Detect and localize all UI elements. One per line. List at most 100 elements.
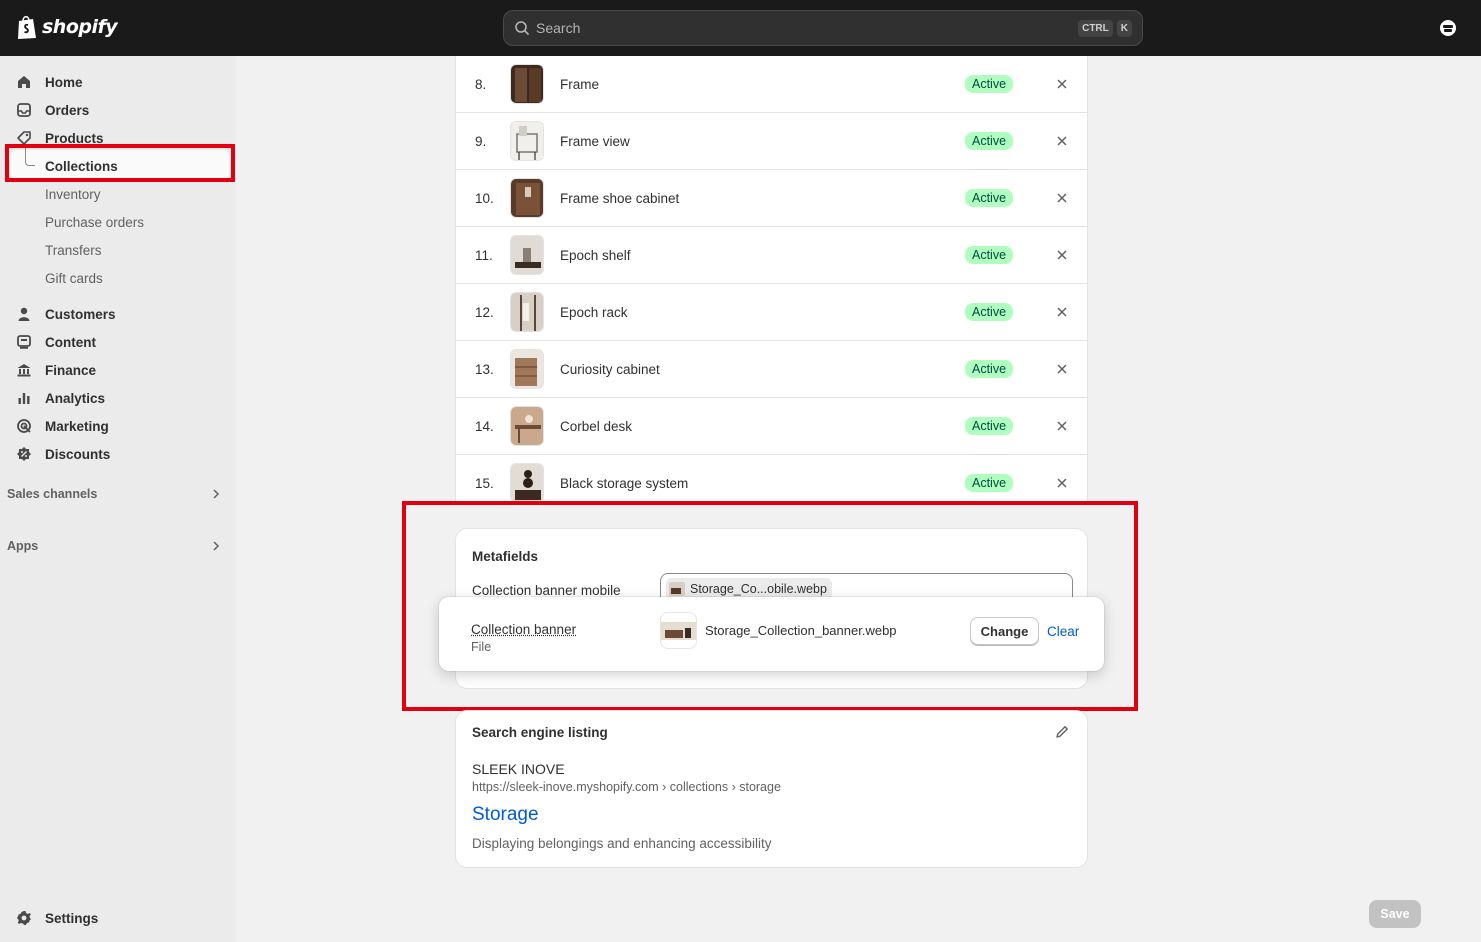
bank-icon	[17, 364, 31, 377]
nav-content[interactable]: Content	[16, 330, 96, 354]
product-thumbnail	[510, 349, 544, 389]
row-number: 12.	[475, 304, 494, 320]
nav-analytics-label: Analytics	[45, 390, 106, 406]
product-thumbnail	[510, 121, 544, 161]
shopify-logo[interactable]: shopify	[16, 14, 118, 40]
close-icon[interactable]	[1056, 135, 1068, 147]
nav-home[interactable]: Home	[16, 70, 83, 94]
table-row[interactable]: 8. Frame Active	[456, 56, 1087, 113]
search-bar[interactable]: Search CTRL K	[503, 10, 1143, 46]
close-icon[interactable]	[1056, 192, 1068, 204]
nav-inventory[interactable]: Inventory	[45, 182, 101, 206]
status-badge: Active	[965, 189, 1014, 207]
nav-discounts[interactable]: Discounts	[16, 442, 110, 466]
product-name[interactable]: Epoch shelf	[560, 248, 631, 263]
nav-discounts-label: Discounts	[45, 446, 111, 462]
sidebar: Home Orders Products Collections Invento…	[0, 56, 236, 942]
product-name[interactable]: Frame view	[560, 134, 630, 149]
pencil-icon[interactable]	[1054, 724, 1070, 740]
sales-channels-label: Sales channels	[7, 487, 98, 501]
discount-icon	[17, 447, 31, 461]
close-icon[interactable]	[1056, 78, 1068, 90]
logo-text: shopify	[42, 16, 118, 38]
table-row[interactable]: 15. Black storage system Active	[456, 455, 1087, 502]
product-name[interactable]: Frame shoe cabinet	[560, 191, 679, 206]
product-thumbnail	[510, 235, 544, 275]
row-number: 13.	[475, 361, 494, 377]
annotation-highlight-metafields	[402, 501, 1138, 711]
nav-customers-label: Customers	[45, 306, 116, 322]
product-name[interactable]: Epoch rack	[560, 305, 628, 320]
status-badge: Active	[965, 246, 1014, 264]
seo-title: Search engine listing	[472, 725, 608, 740]
nav-settings-label: Settings	[45, 910, 99, 926]
apps-section[interactable]: Apps	[7, 539, 222, 553]
store-avatar-icon[interactable]	[1438, 18, 1458, 38]
table-row[interactable]: 13. Curiosity cabinet Active	[456, 341, 1087, 398]
table-row[interactable]: 9. Frame view Active	[456, 113, 1087, 170]
nav-transfers[interactable]: Transfers	[45, 238, 102, 262]
inbox-icon	[17, 103, 31, 117]
nav-orders-label: Orders	[45, 102, 90, 118]
nav-finance[interactable]: Finance	[16, 358, 96, 382]
annotation-highlight-collections	[5, 144, 235, 182]
close-icon[interactable]	[1056, 249, 1068, 261]
row-number: 8.	[475, 76, 487, 92]
close-icon[interactable]	[1056, 306, 1068, 318]
seo-description: Displaying belongings and enhancing acce…	[472, 836, 772, 851]
target-icon	[17, 419, 31, 433]
seo-page-title: Storage	[472, 804, 539, 825]
close-icon[interactable]	[1056, 477, 1068, 489]
sales-channels-section[interactable]: Sales channels	[7, 487, 222, 501]
table-row[interactable]: 12. Epoch rack Active	[456, 284, 1087, 341]
nav-settings[interactable]: Settings	[16, 906, 98, 930]
shopify-bag-icon	[18, 15, 36, 39]
row-number: 14.	[475, 418, 494, 434]
seo-store-name: SLEEK INOVE	[472, 761, 565, 777]
product-name[interactable]: Frame	[560, 77, 599, 92]
table-row[interactable]: 10. Frame shoe cabinet Active	[456, 170, 1087, 227]
row-number: 11.	[475, 247, 493, 263]
top-bar: shopify Search CTRL K	[0, 0, 1481, 56]
chevron-right-icon	[213, 489, 220, 499]
search-icon	[515, 21, 530, 36]
status-badge: Active	[965, 132, 1014, 150]
product-name[interactable]: Black storage system	[560, 476, 688, 491]
status-badge: Active	[965, 360, 1014, 378]
close-icon[interactable]	[1056, 420, 1068, 432]
product-name[interactable]: Curiosity cabinet	[560, 362, 660, 377]
product-thumbnail	[510, 463, 544, 502]
row-number: 9.	[475, 133, 487, 149]
product-thumbnail	[510, 178, 544, 218]
nav-orders[interactable]: Orders	[16, 98, 89, 122]
status-badge: Active	[965, 75, 1014, 93]
table-row[interactable]: 14. Corbel desk Active	[456, 398, 1087, 455]
nav-purchase-orders[interactable]: Purchase orders	[45, 210, 144, 234]
apps-label: Apps	[7, 539, 39, 553]
save-button[interactable]: Save	[1369, 900, 1421, 928]
shortcut-key-k: K	[1116, 19, 1132, 37]
row-number: 15.	[475, 475, 494, 491]
status-badge: Active	[965, 474, 1014, 492]
nav-analytics[interactable]: Analytics	[16, 386, 105, 410]
nav-home-label: Home	[45, 74, 83, 90]
seo-url: https://sleek-inove.myshopify.com › coll…	[472, 780, 781, 794]
nav-customers[interactable]: Customers	[16, 302, 116, 326]
table-row[interactable]: 11. Epoch shelf Active	[456, 227, 1087, 284]
close-icon[interactable]	[1056, 363, 1068, 375]
shortcut-key-ctrl: CTRL	[1078, 19, 1113, 37]
nav-finance-label: Finance	[45, 362, 97, 378]
nav-marketing[interactable]: Marketing	[16, 414, 109, 438]
nav-marketing-label: Marketing	[45, 418, 109, 434]
search-placeholder: Search	[536, 20, 581, 36]
nav-content-label: Content	[45, 334, 96, 350]
nav-gift-cards[interactable]: Gift cards	[45, 266, 103, 290]
product-name[interactable]: Corbel desk	[560, 419, 632, 434]
bar-chart-icon	[18, 393, 30, 404]
chevron-right-icon	[213, 541, 220, 551]
status-badge: Active	[965, 303, 1014, 321]
home-icon	[18, 76, 30, 88]
product-thumbnail	[510, 64, 544, 104]
person-icon	[18, 307, 30, 321]
collection-products-card: 8. Frame Active 9. Frame view Active 10.…	[455, 56, 1088, 502]
